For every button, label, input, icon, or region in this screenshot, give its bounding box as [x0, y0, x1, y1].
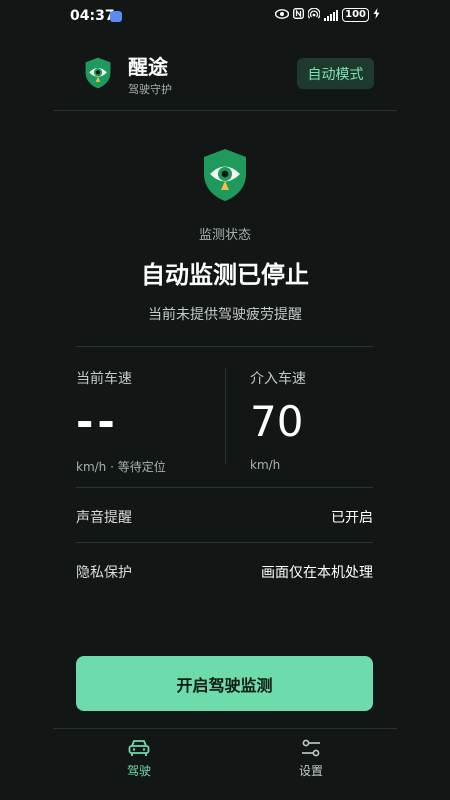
status-title: 自动监测已停止 [141, 261, 309, 289]
charging-icon [373, 8, 380, 22]
car-icon [128, 740, 150, 756]
status-time: 04:37 [70, 8, 115, 24]
app-logo-icon [85, 57, 111, 89]
auto-mode-button[interactable]: 自动模式 [297, 58, 374, 89]
divider [76, 542, 373, 543]
current-speed-label: 当前车速 [76, 371, 132, 387]
current-speed-panel: 当前车速 -- km/h · 等待定位 [76, 368, 166, 475]
app-screen: 04:37 100 醒途 驾驶守护 自动模式 监测状态 自动监测已停止 当前未提… [0, 0, 450, 800]
battery-icon: 100 [342, 8, 369, 22]
status-label: 监测状态 [198, 228, 251, 243]
start-monitoring-button[interactable]: 开启驾驶监测 [76, 656, 373, 711]
app-name: 醒途 [128, 55, 168, 79]
hotspot-icon [307, 7, 321, 22]
nav-tab-settings[interactable]: 设置 [281, 738, 341, 779]
status-description: 当前未提供驾驶疲劳提醒 [148, 307, 302, 323]
divider [76, 487, 373, 488]
nav-divider [53, 728, 397, 729]
sound-reminder-label: 声音提醒 [76, 510, 132, 526]
intervene-speed-panel[interactable]: 介入车速 70 km/h [250, 368, 306, 472]
notification-icon [110, 11, 122, 22]
intervene-speed-label: 介入车速 [250, 371, 306, 387]
shield-eye-icon [204, 149, 246, 201]
privacy-value[interactable]: 画面仅在本机处理 [261, 562, 373, 582]
nfc-icon [293, 8, 305, 22]
status-icons: 100 [274, 7, 380, 22]
sliders-icon [302, 739, 320, 757]
header-divider [53, 110, 397, 111]
signal-icon [324, 9, 339, 21]
status-bar: 04:37 100 [0, 0, 450, 34]
app-subtitle: 驾驶守护 [128, 83, 172, 96]
nav-settings-label: 设置 [298, 764, 323, 778]
nav-tab-drive[interactable]: 驾驶 [109, 738, 169, 779]
current-speed-unit: km/h · 等待定位 [76, 460, 166, 474]
eye-icon [274, 8, 290, 22]
current-speed-value: -- [76, 397, 119, 446]
nav-drive-label: 驾驶 [126, 764, 151, 778]
intervene-speed-unit: km/h [250, 458, 281, 472]
speed-divider [225, 368, 226, 464]
privacy-label: 隐私保护 [76, 565, 132, 581]
divider [76, 346, 373, 347]
sound-reminder-value[interactable]: 已开启 [331, 507, 373, 527]
intervene-speed-value: 70 [250, 397, 304, 446]
